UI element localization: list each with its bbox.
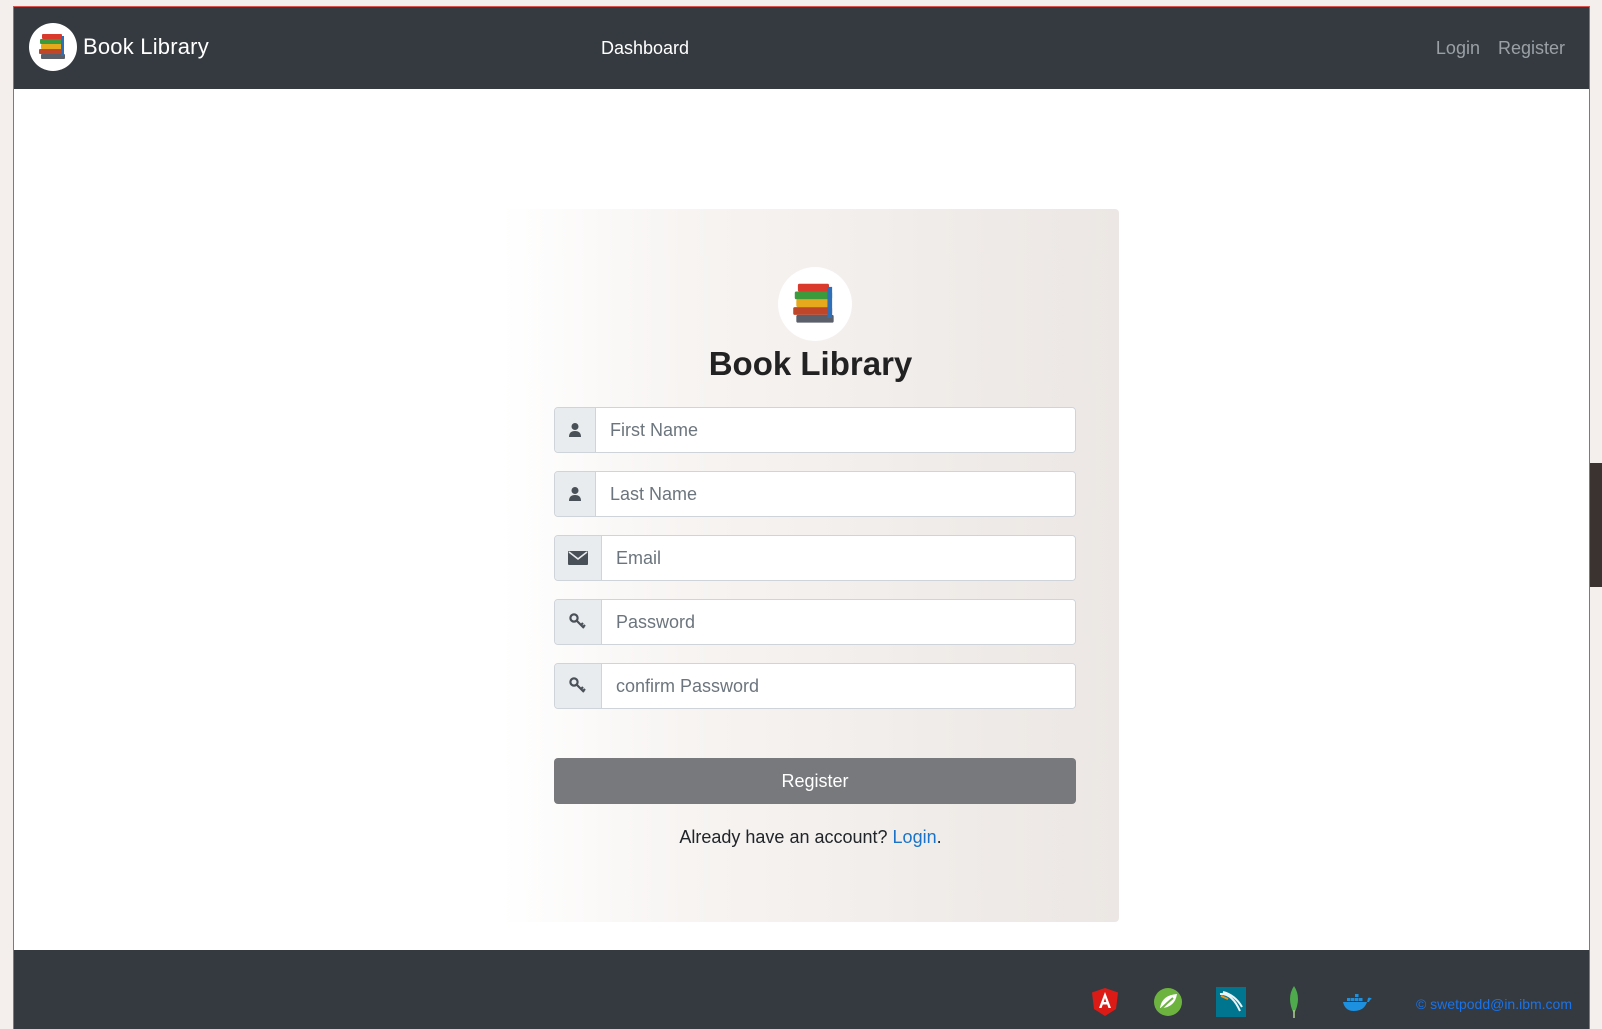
form-title: Book Library	[708, 345, 913, 382]
brand-title: Book Library	[83, 34, 209, 59]
register-button[interactable]: Register	[554, 758, 1076, 804]
last-name-input[interactable]	[596, 472, 1075, 516]
email-input[interactable]	[602, 536, 1075, 580]
mysql-icon	[1215, 986, 1247, 1018]
confirm-password-group	[554, 663, 1076, 709]
first-name-input[interactable]	[596, 408, 1075, 452]
spring-icon	[1152, 986, 1184, 1018]
app-window: Book Library Dashboard Login Register Bo…	[13, 6, 1590, 1029]
brand-link[interactable]: Book Library	[29, 23, 209, 71]
login-prompt-text: Already have an account?	[679, 827, 888, 847]
first-name-group	[554, 407, 1076, 453]
nav-login-link[interactable]: Login	[1436, 38, 1480, 59]
nav-dashboard-link[interactable]: Dashboard	[601, 38, 689, 59]
nav-auth-links: Login Register	[1436, 38, 1565, 59]
footer: © swetpodd@in.ibm.com	[14, 950, 1589, 1029]
mongodb-icon	[1278, 986, 1310, 1018]
footer-email-link[interactable]: © swetpodd@in.ibm.com	[1416, 996, 1572, 1012]
password-group	[554, 599, 1076, 645]
docker-icon	[1341, 986, 1373, 1018]
login-prompt-period: .	[936, 827, 942, 847]
user-icon	[555, 408, 596, 452]
login-prompt: Already have an account? Login.	[502, 827, 1119, 848]
password-input[interactable]	[602, 600, 1075, 644]
last-name-group	[554, 471, 1076, 517]
books-logo-icon	[29, 23, 77, 71]
top-navbar: Book Library Dashboard Login Register	[14, 7, 1589, 89]
confirm-password-input[interactable]	[602, 664, 1075, 708]
background-edge	[1590, 463, 1602, 587]
key-icon	[555, 600, 602, 644]
books-logo-icon	[778, 267, 852, 341]
angular-icon	[1089, 986, 1121, 1018]
register-card: Book Library First Name Last Name Email …	[502, 209, 1119, 922]
nav-register-link[interactable]: Register	[1498, 38, 1565, 59]
envelope-icon	[555, 536, 602, 580]
user-icon	[555, 472, 596, 516]
key-icon	[555, 664, 602, 708]
email-group	[554, 535, 1076, 581]
login-link[interactable]: Login	[893, 827, 937, 847]
